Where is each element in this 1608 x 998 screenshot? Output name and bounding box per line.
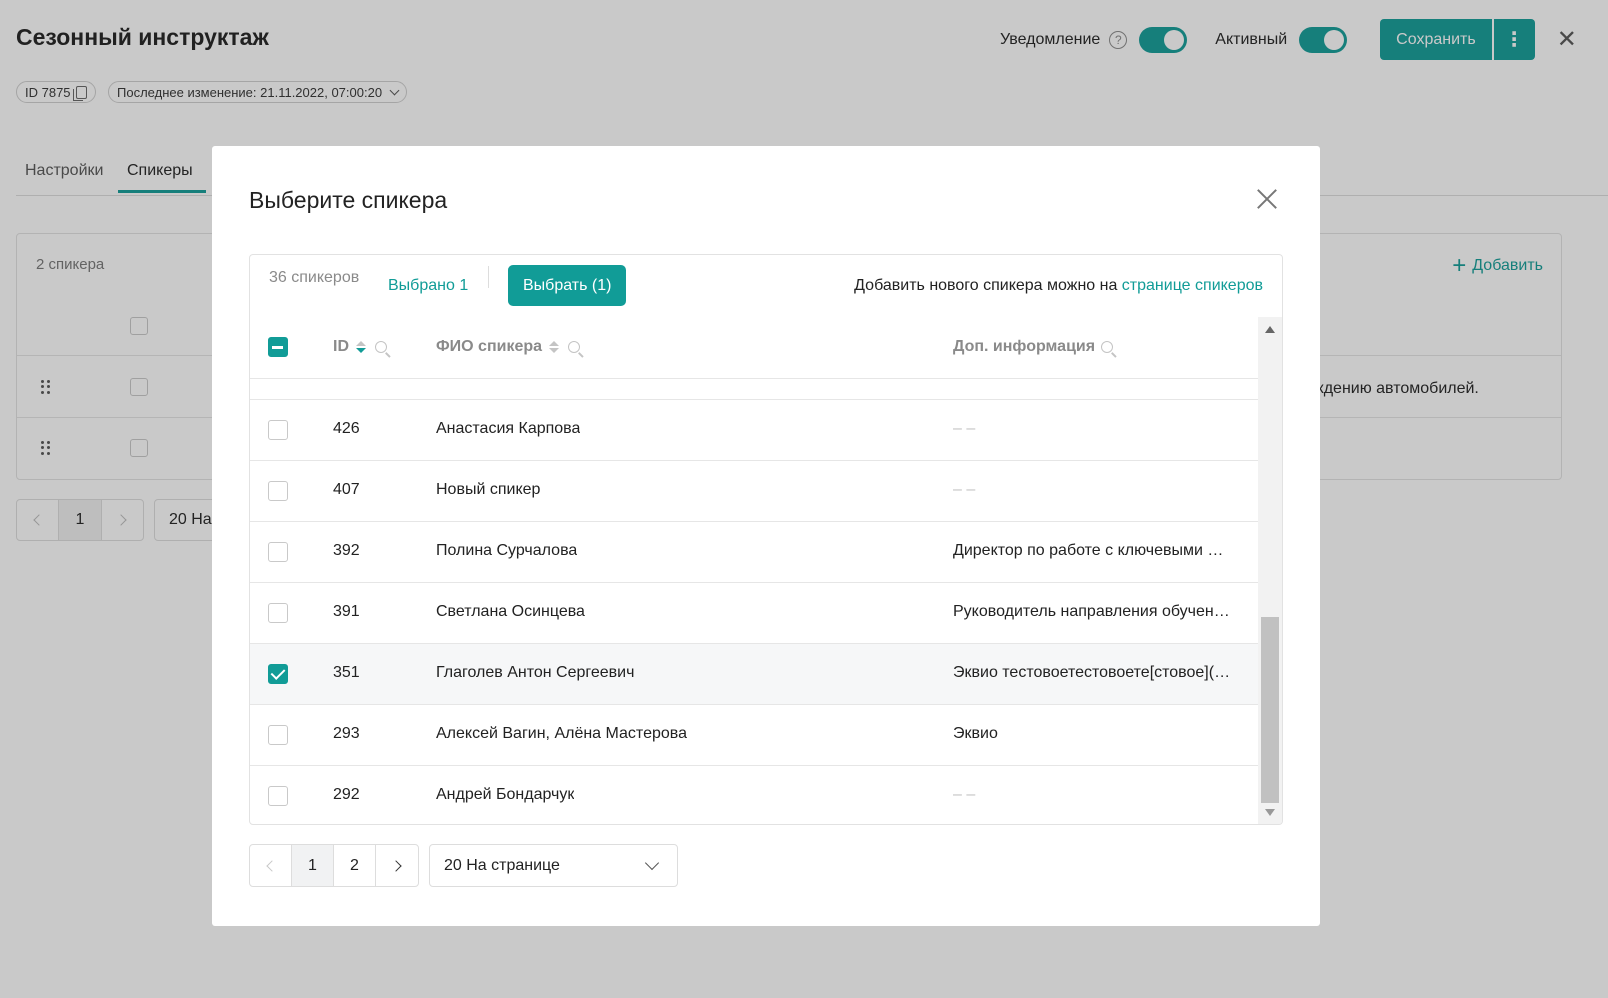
table-header: ID ФИО спикера Доп. информация (250, 317, 1258, 379)
row-checkbox[interactable] (268, 481, 288, 501)
search-icon[interactable] (568, 341, 581, 353)
scroll-up-icon[interactable] (1265, 326, 1275, 333)
speakers-page-link[interactable]: странице спикеров (1122, 277, 1263, 294)
next-page-button[interactable] (376, 845, 418, 886)
row-checkbox[interactable] (268, 420, 288, 440)
row-checkbox[interactable] (268, 664, 288, 684)
table-toolbar: 36 спикеров Выбрано 1 Выбрать (1) Добави… (250, 255, 1282, 317)
table-row-partial (250, 379, 1258, 400)
table-row[interactable]: 426 Анастасия Карпова – – (250, 400, 1258, 461)
speaker-id: 351 (333, 664, 360, 681)
speaker-info: Директор по работе с ключевыми … (953, 542, 1224, 559)
column-id[interactable]: ID (333, 338, 387, 356)
divider (488, 266, 489, 288)
sort-icon[interactable] (356, 341, 366, 353)
table-body: 426 Анастасия Карпова – – 407 Новый спикер – … (250, 379, 1258, 824)
add-speaker-hint: Добавить нового спикера можно на страниц… (854, 277, 1263, 295)
pagination: 1 2 (249, 844, 419, 887)
column-info[interactable]: Доп. информация (953, 338, 1114, 356)
table-row[interactable]: 351 Глаголев Антон Сергеевич Эквио тестово… (250, 644, 1258, 705)
column-name[interactable]: ФИО спикера (436, 338, 581, 356)
speaker-id: 392 (333, 542, 360, 559)
search-icon[interactable] (1101, 341, 1114, 353)
modal-title: Выберите спикера (249, 187, 448, 213)
speakers-table: 36 спикеров Выбрано 1 Выбрать (1) Добави… (249, 254, 1283, 825)
speaker-info: – – (953, 420, 976, 437)
speaker-name: Анастасия Карпова (436, 420, 581, 437)
per-page-label: 20 На странице (444, 856, 560, 874)
speaker-id: 391 (333, 603, 360, 620)
chevron-left-icon (266, 859, 278, 872)
row-checkbox[interactable] (268, 725, 288, 745)
scroll-down-icon[interactable] (1265, 809, 1275, 816)
scrollbar[interactable] (1258, 317, 1282, 824)
per-page-select[interactable]: 20 На странице (429, 844, 678, 887)
select-speaker-modal: Выберите спикера 36 спикеров Выбрано 1 В… (212, 146, 1320, 926)
column-name-label: ФИО спикера (436, 338, 543, 355)
speaker-info: Эквио (953, 725, 998, 742)
chevron-down-icon (644, 855, 660, 871)
row-checkbox[interactable] (268, 542, 288, 562)
speaker-name: Полина Сурчалова (436, 542, 578, 559)
prev-page-button[interactable] (250, 845, 292, 886)
total-count: 36 спикеров (269, 269, 360, 286)
hint-text: Добавить нового спикера можно на (854, 277, 1122, 294)
speaker-name: Андрей Бондарчук (436, 786, 575, 803)
speaker-info: – – (953, 786, 976, 803)
page-button-1[interactable]: 1 (292, 845, 334, 886)
speaker-name: Глаголев Антон Сергеевич (436, 664, 635, 681)
speaker-id: 426 (333, 420, 360, 437)
table-row[interactable]: 293 Алексей Вагин, Алёна Мастерова Эквио (250, 705, 1258, 766)
select-all-checkbox[interactable] (268, 337, 288, 357)
speaker-id: 407 (333, 481, 360, 498)
speaker-info: Эквио тестовоетестовоете[стовое](… (953, 664, 1231, 681)
table-row[interactable]: 391 Светлана Осинцева Руководитель направл… (250, 583, 1258, 644)
speaker-name: Светлана Осинцева (436, 603, 585, 620)
selected-count-link[interactable]: Выбрано 1 (388, 277, 468, 295)
table-row[interactable]: 407 Новый спикер – – (250, 461, 1258, 522)
page-button-2[interactable]: 2 (334, 845, 376, 886)
speaker-name: Алексей Вагин, Алёна Мастерова (436, 725, 687, 742)
choose-button[interactable]: Выбрать (1) (508, 265, 627, 306)
table-row[interactable]: 292 Андрей Бондарчук – – (250, 766, 1258, 824)
sort-icon[interactable] (549, 341, 560, 353)
speaker-info: Руководитель направления обучен… (953, 603, 1230, 620)
row-checkbox[interactable] (268, 786, 288, 806)
speaker-id: 293 (333, 725, 360, 742)
speaker-name: Новый спикер (436, 481, 541, 498)
column-id-label: ID (333, 338, 349, 355)
speaker-id: 292 (333, 786, 360, 803)
column-info-label: Доп. информация (953, 338, 1096, 355)
row-checkbox[interactable] (268, 603, 288, 623)
chevron-right-icon (389, 859, 402, 872)
search-icon[interactable] (375, 341, 387, 353)
table-row[interactable]: 392 Полина Сурчалова Директор по работе с … (250, 522, 1258, 583)
close-icon[interactable] (1256, 188, 1278, 210)
scrollbar-thumb[interactable] (1261, 617, 1279, 803)
speaker-info: – – (953, 481, 976, 498)
